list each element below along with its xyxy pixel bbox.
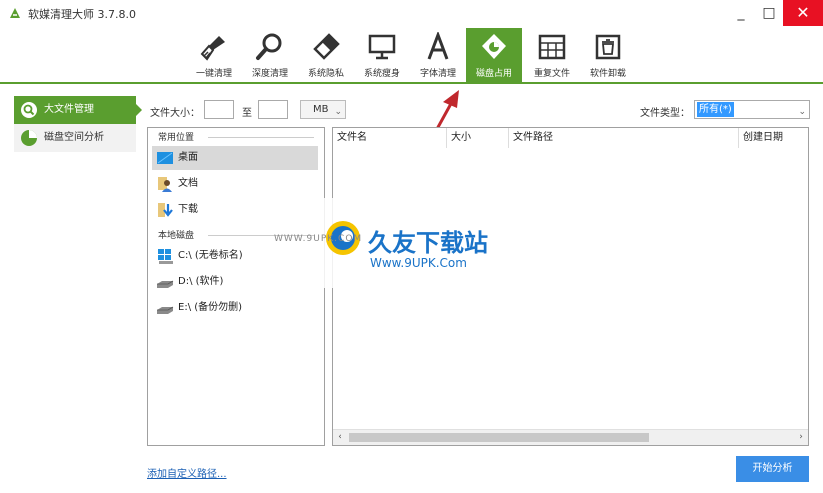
windows-drive-icon [158,249,173,264]
add-custom-path-link[interactable]: 添加自定义路径... [147,465,227,480]
scroll-right-icon[interactable]: › [794,430,808,445]
start-analysis-button[interactable]: 开始分析 [736,456,809,482]
tool-font-clean[interactable]: 字体清理 [410,28,466,82]
window-title: 软媒清理大师 3.7.8.0 [28,8,136,21]
monitor-icon [368,34,396,60]
tool-disk-usage[interactable]: 磁盘占用 [466,28,522,82]
tool-system-slim[interactable]: 系统瘦身 [354,28,410,82]
tool-duplicate-files[interactable]: 重复文件 [524,28,580,82]
watermark-title: 久友下载站 [368,229,488,257]
eraser-icon [313,33,340,60]
disk-pie-icon [482,34,506,59]
desktop-icon [157,152,173,164]
tool-deep-clean[interactable]: 深度清理 [242,28,298,82]
hard-drive-icon [157,306,174,314]
pie-chart-icon [21,130,37,146]
min-size-input[interactable] [204,100,234,119]
scroll-thumb[interactable] [349,433,649,442]
tool-one-click-clean[interactable]: 一键清理 [186,28,242,82]
sidebar-item-disk-analysis[interactable]: 磁盘空间分析 [14,124,136,152]
sidebar: 大文件管理 磁盘空间分析 [14,96,142,152]
maximize-button[interactable]: □ [753,0,785,26]
title-bar: 软媒清理大师 3.7.8.0 _ □ ✕ [0,0,823,26]
watermark-url: Www.9UPK.Com [370,256,467,270]
to-label: 至 [242,108,252,119]
location-drive-c[interactable]: C:\ (无卷标名) [152,244,318,268]
common-locations-header: 常用位置 [158,133,195,143]
broom-icon [200,36,225,61]
file-size-label: 文件大小： [150,108,200,119]
app-logo-icon [10,8,20,18]
tool-system-privacy[interactable]: 系统隐私 [298,28,354,82]
chevron-down-icon: ⌄ [798,107,806,117]
location-list: 常用位置 桌面 文档 下载 本地磁盘 C:\ (无卷标名) D:\ (软件) E… [147,127,325,446]
location-documents[interactable]: 文档 [152,172,318,196]
column-header-filename[interactable]: 文件名 [333,128,447,148]
location-desktop[interactable]: 桌面 [152,146,318,170]
watermark: WWW.9UPK.COM 久友下载站 Www.9UPK.Com [274,198,520,288]
file-type-select[interactable]: 所有(*) ⌄ [694,100,810,119]
close-button[interactable]: ✕ [783,0,823,26]
chevron-down-icon: ⌄ [334,107,342,117]
divider [208,137,314,138]
location-drive-d[interactable]: D:\ (软件) [152,270,318,294]
large-file-icon [21,102,37,118]
column-header-path[interactable]: 文件路径 [509,128,739,148]
sidebar-item-large-files[interactable]: 大文件管理 [14,96,142,124]
magnifier-icon [256,33,282,60]
sidebar-item-label: 大文件管理 [44,104,94,115]
column-header-size[interactable]: 大小 [447,128,509,148]
scroll-left-icon[interactable]: ‹ [333,430,347,445]
tool-software-uninstall[interactable]: 软件卸载 [580,28,636,82]
file-type-label: 文件类型： [640,108,690,119]
location-drive-e[interactable]: E:\ (备份勿删) [152,296,318,320]
sidebar-item-label: 磁盘空间分析 [44,132,104,143]
location-downloads[interactable]: 下载 [152,198,318,222]
horizontal-scrollbar[interactable]: ‹ › [333,429,808,445]
watermark-url-left: WWW.9UPK.COM [274,234,363,244]
font-a-icon [427,32,449,60]
documents-user-icon [158,177,172,192]
trash-box-icon [595,34,621,60]
download-folder-icon [158,203,173,217]
local-disk-header: 本地磁盘 [158,231,195,241]
main-toolbar: 一键清理 深度清理 系统隐私 系统瘦身 字体清理 磁盘占用 重复文件 软件卸载 [0,26,823,84]
column-header-created[interactable]: 创建日期 [739,128,808,148]
grid-files-icon [538,34,566,60]
unit-select[interactable]: MB ⌄ [300,100,346,119]
filter-bar: 文件大小： 至 MB ⌄ 文件类型： 所有(*) ⌄ [150,100,810,120]
hard-drive-icon [157,280,174,288]
max-size-input[interactable] [258,100,288,119]
